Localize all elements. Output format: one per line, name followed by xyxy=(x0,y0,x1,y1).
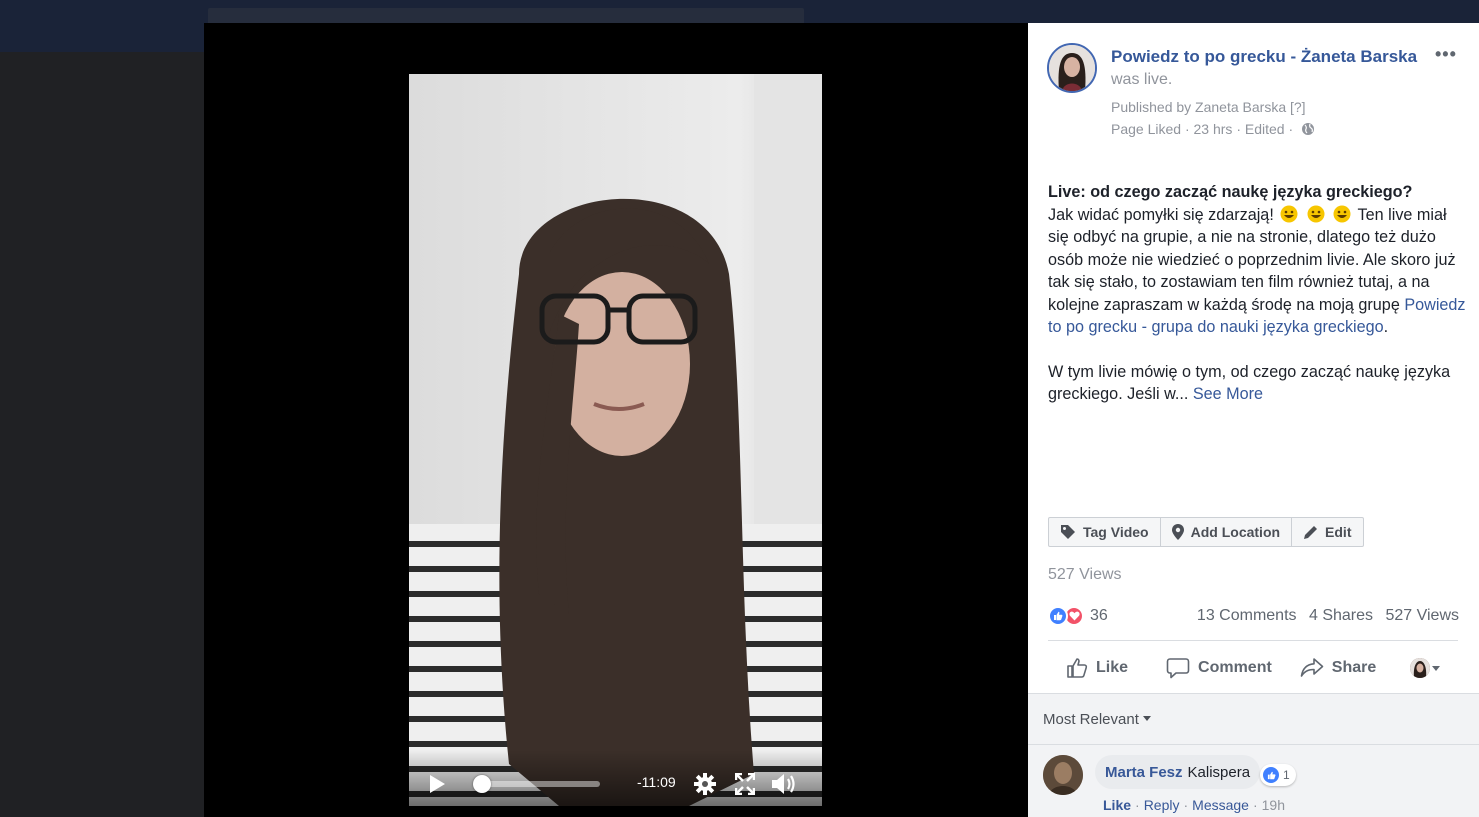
play-icon xyxy=(430,775,445,793)
post-panel: Powiedz to po grecku - Żaneta Barska •••… xyxy=(1028,23,1479,817)
comment-time[interactable]: 19h xyxy=(1262,797,1285,813)
page-name-link[interactable]: Powiedz to po grecku - Żaneta Barska xyxy=(1111,47,1417,67)
help-link[interactable]: [?] xyxy=(1290,99,1306,115)
separator-dot: · xyxy=(1236,121,1241,137)
separator-dot: · xyxy=(1135,797,1140,813)
separator-dot: · xyxy=(1288,121,1294,137)
caret-down-icon xyxy=(1432,666,1441,671)
separator-dot: · xyxy=(1252,797,1258,813)
gear-icon xyxy=(694,773,716,795)
edit-button[interactable]: Edit xyxy=(1292,518,1362,546)
comment-sort-label: Most Relevant xyxy=(1043,711,1139,728)
location-pin-icon xyxy=(1171,524,1184,540)
video-scrubber-handle[interactable] xyxy=(473,775,491,793)
speech-bubble-icon xyxy=(1166,658,1190,679)
commenter-name-link[interactable]: Marta Fesz xyxy=(1105,764,1183,781)
play-button[interactable] xyxy=(427,774,447,794)
divider xyxy=(1048,640,1458,641)
page-avatar[interactable] xyxy=(1047,43,1097,93)
like-reaction-icon xyxy=(1263,767,1279,783)
comment-message-link[interactable]: Message xyxy=(1192,797,1249,813)
avatar-image xyxy=(1049,45,1095,91)
comment-reply-link[interactable]: Reply xyxy=(1144,797,1180,813)
share-arrow-icon xyxy=(1300,658,1324,677)
video-controls: -11:09 xyxy=(409,750,822,806)
post-meta: Page Liked · 23 hrs · Edited · xyxy=(1111,121,1315,137)
fullscreen-button[interactable] xyxy=(734,772,756,796)
live-status: was live. xyxy=(1111,71,1173,88)
video-progress-bar[interactable] xyxy=(479,781,600,787)
post-body-part1: Jak widać pomyłki się zdarzają! xyxy=(1048,205,1274,224)
caret-down-icon xyxy=(1142,716,1151,721)
published-by-text: Published by Zaneta Barska xyxy=(1111,99,1287,115)
comment-text: Kalispera xyxy=(1187,763,1251,781)
grinning-face-icon xyxy=(1280,205,1298,222)
post-body: Jak widać pomyłki się zdarzają! Ten live… xyxy=(1048,204,1468,339)
edit-label: Edit xyxy=(1325,524,1352,540)
time-remaining: -11:09 xyxy=(637,774,676,790)
speaker-icon xyxy=(772,774,795,794)
grinning-face-icon xyxy=(1333,205,1351,222)
post-time[interactable]: 23 hrs xyxy=(1194,121,1233,137)
divider xyxy=(1028,744,1479,745)
tag-video-label: Tag Video xyxy=(1083,524,1149,540)
page-liked-label[interactable]: Page Liked xyxy=(1111,121,1181,137)
like-reaction-icon xyxy=(1048,606,1068,626)
tag-icon xyxy=(1061,525,1075,539)
post-actions: Like Comment Share xyxy=(1048,648,1458,688)
comment-sort-dropdown[interactable]: Most Relevant xyxy=(1043,711,1151,728)
post-paragraph-2: W tym livie mówię o tym, od czego zacząć… xyxy=(1048,361,1468,406)
add-location-label: Add Location xyxy=(1190,524,1281,540)
views-stat[interactable]: 527 Views xyxy=(1385,607,1459,624)
video-player[interactable]: -11:09 xyxy=(409,74,822,806)
video-frame-image xyxy=(409,74,822,806)
post-text: Live: od czego zacząć naukę języka greck… xyxy=(1048,181,1468,406)
fullscreen-icon xyxy=(734,772,756,796)
comment-reaction-count: 1 xyxy=(1283,768,1290,782)
volume-button[interactable] xyxy=(771,772,797,796)
comment-reactions[interactable]: 1 xyxy=(1260,764,1296,786)
thumbs-up-icon xyxy=(1067,658,1088,678)
globe-icon[interactable] xyxy=(1301,122,1315,136)
published-by: Published by Zaneta Barska [?] xyxy=(1111,99,1306,115)
post-title: Live: od czego zacząć naukę języka greck… xyxy=(1048,183,1413,201)
mini-avatar xyxy=(1410,658,1431,678)
add-location-button[interactable]: Add Location xyxy=(1161,518,1293,546)
views-count: 527 Views xyxy=(1048,566,1122,583)
pencil-icon xyxy=(1304,525,1318,539)
video-edit-toolbar: Tag Video Add Location Edit xyxy=(1048,517,1364,547)
comment-button[interactable]: Comment xyxy=(1166,657,1272,679)
like-label: Like xyxy=(1096,659,1129,676)
like-button[interactable]: Like xyxy=(1066,657,1128,679)
reactions-summary[interactable]: 36 xyxy=(1048,606,1108,626)
see-more-link[interactable]: See More xyxy=(1193,385,1263,403)
edited-label[interactable]: Edited xyxy=(1245,121,1285,137)
tag-video-button[interactable]: Tag Video xyxy=(1049,518,1161,546)
comments-section: Most Relevant Marta Fesz Kalispera 1 Lik… xyxy=(1028,693,1479,817)
comment-label: Comment xyxy=(1198,659,1272,676)
post-as-selector[interactable] xyxy=(1410,658,1442,678)
comments-count[interactable]: 13 Comments xyxy=(1197,607,1297,624)
comment-bubble: Marta Fesz Kalispera xyxy=(1095,755,1261,789)
comment-actions: Like · Reply · Message · 19h xyxy=(1103,797,1285,813)
shares-count[interactable]: 4 Shares xyxy=(1309,607,1373,624)
video-theater: -11:09 xyxy=(204,23,1028,817)
separator-dot: · xyxy=(1184,121,1190,137)
grinning-face-icon xyxy=(1307,205,1325,222)
dimmed-background xyxy=(0,52,204,817)
share-label: Share xyxy=(1331,659,1377,676)
share-button[interactable]: Share xyxy=(1300,657,1376,679)
post-stats: 13 Comments 4 Shares 527 Views xyxy=(1189,607,1459,625)
separator-dot: · xyxy=(1183,797,1189,813)
reaction-count: 36 xyxy=(1090,607,1108,624)
more-options-button[interactable]: ••• xyxy=(1435,44,1457,65)
commenter-avatar[interactable] xyxy=(1043,755,1083,795)
post-body-period: . xyxy=(1383,318,1389,336)
settings-button[interactable] xyxy=(693,772,717,796)
comment-like-link[interactable]: Like xyxy=(1103,797,1131,813)
